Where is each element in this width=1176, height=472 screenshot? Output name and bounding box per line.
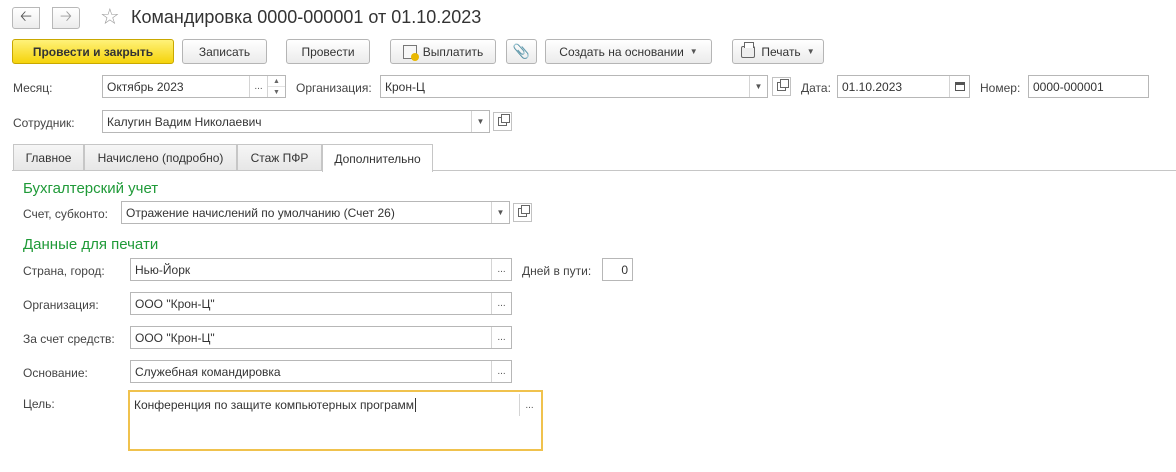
date-field[interactable]: 01.10.2023 — [837, 75, 970, 98]
organization-field[interactable]: Крон-Ц ▼ — [380, 75, 768, 98]
caret-down-icon: ▼ — [806, 47, 815, 56]
goal-label: Цель: — [23, 397, 55, 411]
account-dropdown-button[interactable]: ▼ — [491, 202, 509, 223]
account-label: Счет, субконто: — [23, 207, 108, 221]
calendar-button[interactable] — [949, 76, 969, 97]
days-field[interactable]: 0 — [602, 258, 633, 281]
days-label: Дней в пути: — [522, 264, 592, 278]
city-label: Страна, город: — [23, 264, 105, 278]
edit-goal-button[interactable]: ... — [519, 394, 539, 416]
number-field[interactable]: 0000-000001 — [1028, 75, 1149, 98]
forward-button[interactable]: 🡢 — [52, 7, 80, 29]
payment-document-icon — [402, 44, 419, 61]
select-print-organization-button[interactable]: ... — [491, 293, 511, 314]
post-and-close-button[interactable]: Провести и закрыть — [12, 39, 174, 64]
month-stepper[interactable]: ▲ ▼ — [267, 76, 285, 97]
save-button[interactable]: Записать — [182, 39, 267, 64]
create-based-on-button[interactable]: Создать на основании ▼ — [545, 39, 712, 64]
select-basis-button[interactable]: ... — [491, 361, 511, 382]
select-city-button[interactable]: ... — [491, 259, 511, 280]
account-field[interactable]: Отражение начислений по умолчанию (Счет … — [121, 201, 510, 224]
arrow-right-icon: 🡢 — [59, 7, 73, 25]
post-button[interactable]: Провести — [286, 39, 370, 64]
back-button[interactable]: 🡠 — [12, 7, 40, 29]
month-field[interactable]: Октябрь 2023 ... ▲ ▼ — [102, 75, 286, 98]
funds-field[interactable]: ООО "Крон-Ц" ... — [130, 326, 512, 349]
organization-label: Организация: — [296, 81, 372, 95]
goal-text: Конференция по защите компьютерных прогр… — [134, 398, 415, 412]
page-title: Командировка 0000-000001 от 01.10.2023 — [131, 7, 482, 27]
printer-icon — [741, 41, 756, 58]
tab-accrued-detailed[interactable]: Начислено (подробно) — [84, 144, 237, 171]
print-button[interactable]: Печать ▼ — [732, 39, 824, 64]
organization-dropdown-button[interactable]: ▼ — [749, 76, 767, 97]
goal-textarea[interactable]: Конференция по защите компьютерных прогр… — [128, 390, 543, 451]
funds-label: За счет средств: — [23, 332, 115, 346]
tab-main[interactable]: Главное — [13, 144, 84, 171]
open-organization-button[interactable] — [772, 77, 791, 96]
open-icon — [498, 114, 510, 126]
attach-files-button[interactable]: 📎 — [506, 39, 537, 64]
print-data-heading: Данные для печати — [23, 236, 159, 253]
month-label: Месяц: — [13, 81, 53, 95]
star-icon[interactable]: ☆ — [100, 5, 120, 29]
basis-label: Основание: — [23, 366, 88, 380]
select-month-button[interactable]: ... — [249, 76, 267, 97]
paperclip-icon: 📎 — [512, 43, 531, 59]
print-organization-label: Организация: — [23, 298, 99, 312]
open-icon — [518, 205, 530, 217]
employee-label: Сотрудник: — [13, 116, 75, 130]
accounting-heading: Бухгалтерский учет — [23, 180, 159, 197]
basis-field[interactable]: Служебная командировка ... — [130, 360, 512, 383]
open-icon — [777, 79, 789, 91]
tab-additional[interactable]: Дополнительно — [322, 144, 433, 172]
employee-field[interactable]: Калугин Вадим Николаевич ▼ — [102, 110, 490, 133]
city-field[interactable]: Нью-Йорк ... — [130, 258, 512, 281]
tab-divider — [12, 170, 1176, 171]
tab-pension-seniority[interactable]: Стаж ПФР — [237, 144, 322, 171]
number-label: Номер: — [980, 81, 1021, 95]
calendar-icon — [954, 82, 965, 91]
open-employee-button[interactable] — [493, 112, 512, 131]
print-organization-field[interactable]: ООО "Крон-Ц" ... — [130, 292, 512, 315]
caret-down-icon: ▼ — [689, 47, 698, 56]
select-funds-button[interactable]: ... — [491, 327, 511, 348]
open-account-button[interactable] — [513, 203, 532, 222]
arrow-left-icon: 🡠 — [19, 7, 33, 25]
date-label: Дата: — [801, 81, 831, 95]
pay-button[interactable]: Выплатить — [390, 39, 496, 64]
employee-dropdown-button[interactable]: ▼ — [471, 111, 489, 132]
text-cursor — [415, 398, 417, 412]
